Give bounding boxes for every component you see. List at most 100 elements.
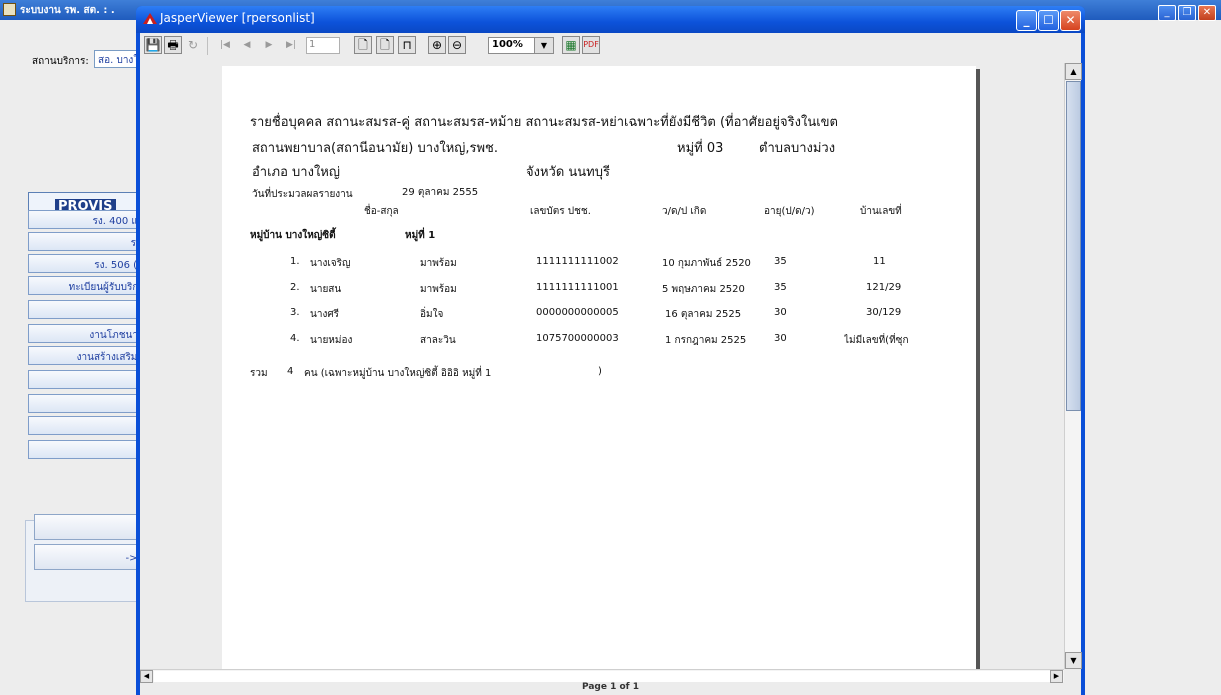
- total-count: 4: [287, 366, 294, 377]
- zoom-dropdown-arrow[interactable]: ▼: [534, 37, 554, 54]
- row-dob: 5 พฤษภาคม 2520: [662, 284, 745, 295]
- processed-date: 29 ตุลาคม 2555: [402, 187, 479, 198]
- reload-icon: ↻: [187, 38, 199, 52]
- row-number: 1.: [290, 256, 300, 267]
- reload-button[interactable]: ↻: [184, 36, 202, 54]
- menu-item-plugin[interactable]: ✚: [28, 416, 148, 435]
- app-icon: [3, 3, 16, 16]
- row-dob: 16 ตุลาคม 2525: [665, 309, 742, 320]
- menu-item-rg506[interactable]: รง. 506 (R: [28, 254, 148, 273]
- horizontal-scroll-thumb[interactable]: [154, 671, 1050, 682]
- column-house: บ้านเลขที่: [860, 206, 902, 217]
- menu-item-rg400[interactable]: รง. 400 แล: [28, 210, 148, 229]
- report-page: รายชื่อบุคคล สถานะสมรส-คู่ สถานะสมรส-หม้…: [222, 66, 976, 669]
- row-house: ไม่มีเลขที่(ที่ซุก: [844, 335, 909, 346]
- menu-item-blank-2[interactable]: [28, 370, 148, 389]
- background-close-button[interactable]: ✕: [1198, 5, 1216, 21]
- report-title-line1: รายชื่อบุคคล สถานะสมรส-คู่ สถานะสมรส-หม้…: [250, 115, 838, 130]
- save-button[interactable]: 💾: [144, 36, 162, 54]
- print-icon: 🖶: [167, 38, 179, 52]
- service-label: สถานบริการ:: [32, 56, 89, 67]
- fit-page-icon: 🗋: [380, 38, 390, 52]
- report-tambon: ตำบลบางม่วง: [759, 141, 836, 156]
- scroll-down-button[interactable]: ▼: [1065, 652, 1082, 669]
- row-last-name: มาพร้อม: [420, 284, 457, 295]
- column-name: ชื่อ-สกุล: [364, 206, 399, 217]
- pdf-icon: PDF: [583, 40, 599, 49]
- viewer-toolbar: 💾 🖶 ↻ |◀ ◀ ▶ ▶| 1 🗋 🗋 ⊓ ⊕ ⊖ 100% ▼ ▦ PDF: [140, 33, 1081, 61]
- last-page-icon: ▶|: [286, 40, 296, 50]
- horizontal-scrollbar[interactable]: ◀ ▶: [140, 669, 1064, 683]
- menu-item-nutrition[interactable]: งานโภชนาก: [28, 324, 148, 343]
- jasper-viewer-window: JasperViewer [rpersonlist] _ ☐ ✕ 💾 🖶 ↻ |…: [136, 6, 1085, 695]
- action-button-1[interactable]: ส: [34, 514, 150, 540]
- last-page-button[interactable]: ▶|: [282, 36, 300, 54]
- vertical-scroll-thumb[interactable]: [1066, 81, 1081, 411]
- total-suffix: คน (เฉพาะหมู่บ้าน บางใหญ่ซิตี้ อิอิอิ หม…: [304, 368, 492, 379]
- menu-item-registry[interactable]: ทะเบียนผู้รับบริกา: [28, 276, 148, 295]
- action-button-2[interactable]: -> ป: [34, 544, 150, 570]
- excel-icon: ▦: [565, 38, 577, 52]
- menu-item-blank-3[interactable]: [28, 394, 148, 413]
- row-dob: 10 กุมภาพันธ์ 2520: [662, 258, 751, 269]
- export-pdf-button[interactable]: PDF: [582, 36, 600, 54]
- total-label: รวม: [250, 368, 268, 379]
- processed-label: วันที่ประมวลผลรายงาน: [252, 189, 353, 200]
- row-first-name: นายสน: [310, 284, 342, 295]
- report-changwat: จังหวัด นนทบุรี: [526, 165, 610, 180]
- row-cid: 1111111111002: [536, 256, 619, 267]
- viewer-title: JasperViewer [rpersonlist]: [160, 11, 315, 25]
- menu-item-exit[interactable]: ✖: [28, 440, 148, 459]
- zoom-out-button[interactable]: ⊖: [448, 36, 466, 54]
- page-number-input[interactable]: 1: [306, 37, 340, 54]
- row-house: 11: [873, 256, 886, 267]
- previous-page-icon: ◀: [243, 40, 251, 50]
- row-last-name: มาพร้อม: [420, 258, 457, 269]
- menu-item-rg[interactable]: รง.: [28, 232, 148, 251]
- row-first-name: นางเจริญ: [310, 258, 351, 269]
- actual-size-button[interactable]: 🗋: [354, 36, 372, 54]
- menu-item-immunity[interactable]: งานสร้างเสริมภู: [28, 346, 148, 365]
- vertical-scrollbar[interactable]: ▲ ▼: [1064, 63, 1082, 669]
- row-first-name: นายหม่อง: [310, 335, 353, 346]
- next-page-icon: ▶: [265, 40, 273, 50]
- row-number: 3.: [290, 307, 300, 318]
- background-minimize-button[interactable]: _: [1158, 5, 1176, 21]
- viewer-titlebar[interactable]: JasperViewer [rpersonlist] _ ☐ ✕: [136, 6, 1085, 33]
- fit-page-button[interactable]: 🗋: [376, 36, 394, 54]
- row-cid: 1111111111001: [536, 282, 619, 293]
- row-cid: 0000000000005: [536, 307, 619, 318]
- report-title-line2: สถานพยาบาล(สถานีอนามัย) บางใหญ่,รพช.: [252, 141, 498, 156]
- total-close: ): [598, 366, 602, 377]
- scroll-up-button[interactable]: ▲: [1065, 63, 1082, 80]
- next-page-button[interactable]: ▶: [260, 36, 278, 54]
- minimize-button[interactable]: _: [1016, 10, 1037, 31]
- row-age: 35: [774, 282, 787, 293]
- row-last-name: สาละวิน: [420, 335, 456, 346]
- report-moo: หมู่ที่ 03: [677, 141, 724, 156]
- print-button[interactable]: 🖶: [164, 36, 182, 54]
- close-button[interactable]: ✕: [1060, 10, 1081, 31]
- zoom-in-button[interactable]: ⊕: [428, 36, 446, 54]
- toolbar-separator: [207, 37, 208, 55]
- fit-width-button[interactable]: ⊓: [398, 36, 416, 54]
- maximize-button[interactable]: ☐: [1038, 10, 1059, 31]
- first-page-icon: |◀: [220, 40, 230, 50]
- report-viewport: รายชื่อบุคคล สถานะสมรส-คู่ สถานะสมรส-หม้…: [140, 63, 1064, 669]
- save-icon: 💾: [145, 38, 161, 52]
- row-number: 2.: [290, 282, 300, 293]
- first-page-button[interactable]: |◀: [216, 36, 234, 54]
- report-amphoe: อำเภอ บางใหญ่: [252, 165, 340, 180]
- chevron-down-icon: ▼: [540, 41, 548, 50]
- menu-item-blank-1[interactable]: [28, 300, 148, 319]
- zoom-out-icon: ⊖: [451, 38, 463, 52]
- page-status: Page 1 of 1: [582, 682, 639, 692]
- viewer-body: 💾 🖶 ↻ |◀ ◀ ▶ ▶| 1 🗋 🗋 ⊓ ⊕ ⊖ 100% ▼ ▦ PDF…: [140, 33, 1082, 695]
- previous-page-button[interactable]: ◀: [238, 36, 256, 54]
- background-restore-button[interactable]: ❐: [1178, 5, 1196, 21]
- group-village: หมู่บ้าน บางใหญ่ซิตี้: [250, 230, 336, 241]
- row-last-name: อิ่มใจ: [420, 309, 444, 320]
- fit-width-icon: ⊓: [402, 38, 412, 52]
- column-dob: ว/ด/ป เกิด: [662, 206, 707, 217]
- export-excel-button[interactable]: ▦: [562, 36, 580, 54]
